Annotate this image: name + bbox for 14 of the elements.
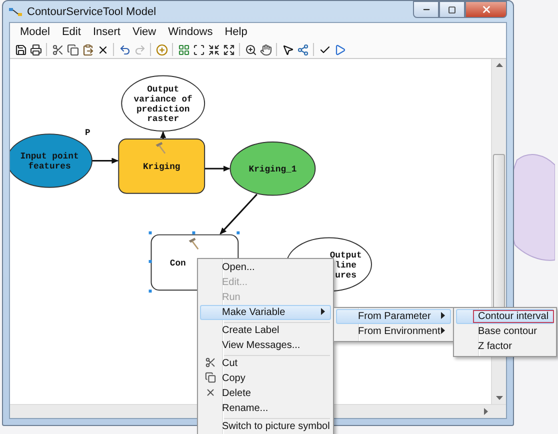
node-label: Input point: [20, 152, 79, 162]
node-label: Output: [147, 84, 180, 95]
node-label: ures: [335, 270, 356, 281]
node-label: Kriging_1: [248, 164, 297, 175]
node-label: Con: [170, 258, 186, 269]
node-label: prediction: [136, 104, 190, 115]
window-title: ContourServiceTool Model: [27, 6, 158, 18]
node-label: features: [28, 162, 71, 172]
node-label: line: [335, 260, 356, 271]
node-label: raster: [147, 114, 180, 125]
node-label: Kriging: [142, 162, 180, 172]
node-label: Output: [330, 250, 362, 261]
marker-label: P: [85, 128, 90, 138]
node-label: variance of: [134, 94, 192, 105]
